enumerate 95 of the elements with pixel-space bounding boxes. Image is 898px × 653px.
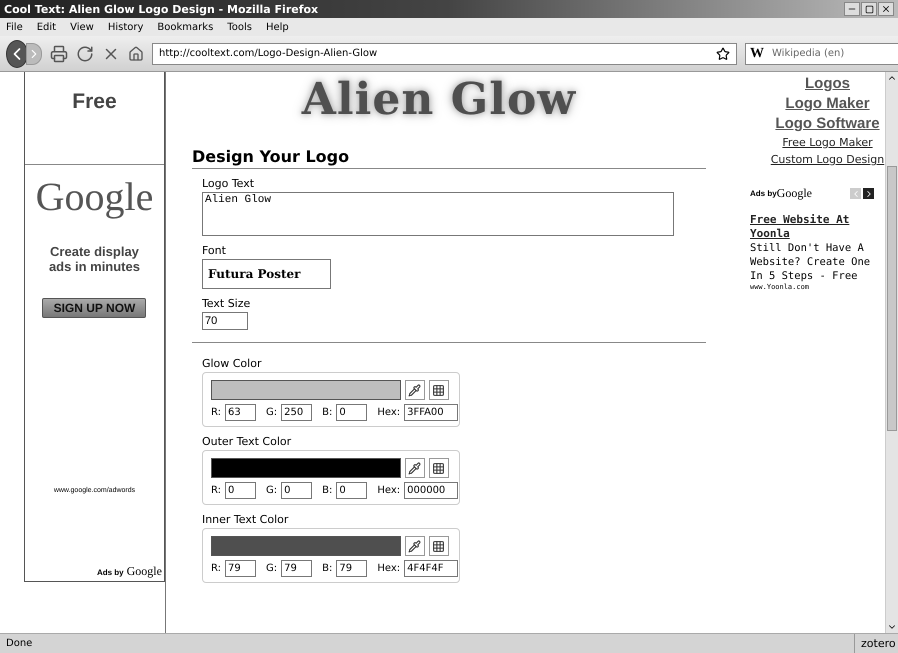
eyedropper-icon xyxy=(408,384,422,396)
field-label: G: xyxy=(266,485,278,496)
color-swatch[interactable] xyxy=(210,536,401,556)
close-button[interactable] xyxy=(878,2,894,16)
channel-input[interactable]: 79 xyxy=(224,560,256,577)
ads-by-label: Ads by xyxy=(750,189,777,198)
close-icon xyxy=(881,4,891,14)
ad-headline: Create display ads in minutes xyxy=(48,244,141,274)
channel-input[interactable]: 0 xyxy=(224,482,256,499)
text-size-input[interactable]: 70 xyxy=(202,312,248,330)
hex-input[interactable]: 3FFA00 xyxy=(404,404,458,421)
menu-item[interactable]: History xyxy=(108,22,144,32)
channel-input[interactable]: 0 xyxy=(336,482,368,499)
maximize-button[interactable] xyxy=(861,2,877,16)
field-label: Inner Text Color xyxy=(202,513,290,526)
home-button[interactable] xyxy=(128,46,144,62)
eyedropper-button[interactable] xyxy=(404,536,425,556)
field-label: R: xyxy=(210,407,221,418)
field-label: Hex: xyxy=(377,485,400,496)
menu-item[interactable]: Tools xyxy=(227,22,252,32)
logo-text-input[interactable]: Alien Glow xyxy=(202,192,674,236)
print-button[interactable] xyxy=(50,44,68,62)
hex-input[interactable]: 4F4F4F xyxy=(404,560,458,577)
sign-up-button[interactable]: SIGN UP NOW xyxy=(42,298,146,318)
color-grid-button[interactable] xyxy=(428,536,449,556)
field-label: Hex: xyxy=(377,407,400,418)
search-engine-logo: W xyxy=(750,46,764,62)
url-text: http://cooltext.com/Logo-Design-Alien-Glow xyxy=(159,48,378,59)
menu-item[interactable]: Help xyxy=(266,22,289,32)
ads-by-label: Ads by xyxy=(96,568,124,577)
field-label: G: xyxy=(266,407,278,418)
eyedropper-icon xyxy=(408,540,422,552)
field-label: B: xyxy=(322,407,332,418)
addon-label[interactable]: zotero xyxy=(854,634,898,653)
window-title: Cool Text: Alien Glow Logo Design - Mozilla Firefox xyxy=(4,2,318,16)
color-grid-button[interactable] xyxy=(428,380,449,400)
scroll-thumb[interactable] xyxy=(887,166,897,431)
color-swatch[interactable] xyxy=(210,380,401,400)
ad-logo: Google xyxy=(36,173,154,220)
field-label: B: xyxy=(322,563,332,574)
field-label: Logo Text xyxy=(202,177,256,190)
channel-input[interactable]: 0 xyxy=(336,404,368,421)
field-label: R: xyxy=(210,485,221,496)
menu-item[interactable]: Bookmarks xyxy=(157,22,214,32)
font-selector[interactable]: Futura Poster xyxy=(202,259,331,289)
ad-top-text: Free xyxy=(25,72,164,165)
search-field[interactable]: W Wikipedia (en) xyxy=(745,42,898,64)
scrollbar[interactable] xyxy=(885,72,898,633)
field-label: G: xyxy=(266,563,278,574)
eyedropper-button[interactable] xyxy=(404,458,425,478)
ads-brand: Google xyxy=(776,186,812,201)
eyedropper-button[interactable] xyxy=(404,380,425,400)
channel-input[interactable]: 0 xyxy=(281,482,312,499)
field-label: Glow Color xyxy=(202,357,262,370)
field-label: B: xyxy=(322,485,332,496)
field-label: Outer Text Color xyxy=(202,435,292,448)
channel-input[interactable]: 63 xyxy=(224,404,256,421)
nav-link[interactable]: Free Logo Maker xyxy=(782,134,873,151)
next-ad-button[interactable] xyxy=(863,188,874,199)
ad-title-link[interactable]: Free Website At Yoonla xyxy=(750,213,880,241)
reload-icon xyxy=(76,44,94,62)
hex-input[interactable]: 000000 xyxy=(404,482,458,499)
ad-description: Still Don't Have A Website? Create One In 5 Steps - Free xyxy=(750,241,872,283)
maximize-icon xyxy=(864,4,874,14)
grid-icon xyxy=(432,540,446,552)
back-button[interactable] xyxy=(6,40,28,68)
grid-icon xyxy=(432,462,446,474)
field-label: Text Size xyxy=(202,297,252,310)
menu-item[interactable]: View xyxy=(70,22,94,32)
nav-link[interactable]: Custom Logo Design xyxy=(770,151,884,168)
printer-icon xyxy=(50,44,68,62)
channel-input[interactable]: 79 xyxy=(281,560,312,577)
ads-brand: Google xyxy=(126,564,162,579)
status-text: Done xyxy=(5,638,34,649)
nav-link[interactable]: Logos xyxy=(805,74,850,94)
section-heading: Design Your Logo xyxy=(192,147,706,169)
color-swatch[interactable] xyxy=(210,458,401,478)
menu-item[interactable]: File xyxy=(6,22,23,32)
reload-button[interactable] xyxy=(76,44,94,62)
grid-icon xyxy=(432,384,446,396)
nav-link[interactable]: Logo Software xyxy=(775,114,880,134)
field-label: Hex: xyxy=(377,563,400,574)
field-label: R: xyxy=(210,563,221,574)
minimize-button[interactable] xyxy=(844,2,860,16)
color-grid-button[interactable] xyxy=(428,458,449,478)
home-icon xyxy=(128,46,144,62)
field-label: Font xyxy=(202,244,227,257)
eyedropper-icon xyxy=(408,462,422,474)
channel-input[interactable]: 250 xyxy=(281,404,312,421)
nav-link[interactable]: Logo Maker xyxy=(785,94,870,114)
address-bar[interactable]: http://cooltext.com/Logo-Design-Alien-Glow xyxy=(152,42,737,64)
menu-item[interactable]: Edit xyxy=(36,22,56,32)
logo-preview: Alien Glow xyxy=(302,74,576,125)
bookmark-star-icon[interactable] xyxy=(716,46,730,60)
channel-input[interactable]: 79 xyxy=(336,560,368,577)
